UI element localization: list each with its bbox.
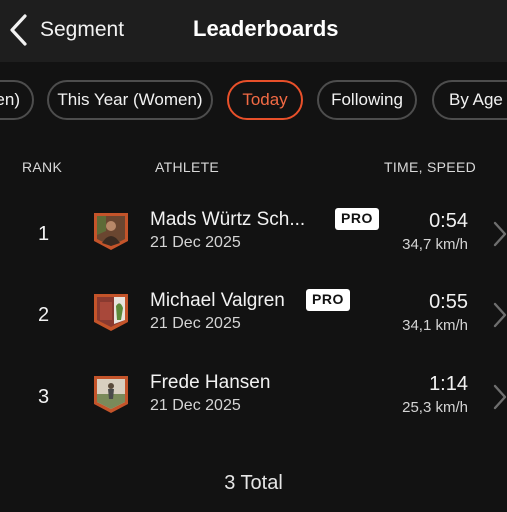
- pro-badge: PRO: [306, 289, 350, 311]
- effort-speed: 25,3 km/h: [402, 399, 468, 416]
- back-button[interactable]: Segment: [8, 10, 124, 50]
- athlete-name: Frede Hansen: [150, 372, 271, 393]
- chevron-right-icon: [493, 302, 507, 333]
- filter-chip-this-year-women[interactable]: This Year (Women): [47, 80, 213, 120]
- effort-speed: 34,7 km/h: [402, 236, 468, 253]
- athlete-name: Mads Würtz Sch...: [150, 209, 306, 230]
- effort-time: 0:55: [429, 291, 468, 313]
- rank-number: 1: [38, 223, 50, 245]
- leaderboard-row[interactable]: 1 Mads Würtz Sch... PRO 21 Dec 2025 0:54…: [0, 201, 507, 281]
- total-count: 3 Total: [224, 472, 283, 494]
- column-header-athlete: ATHLETE: [155, 159, 220, 175]
- effort-date: 21 Dec 2025: [150, 315, 241, 332]
- rank-number: 2: [38, 304, 50, 326]
- athlete-avatar: [92, 211, 130, 251]
- effort-time: 1:14: [429, 373, 468, 395]
- effort-speed: 34,1 km/h: [402, 317, 468, 334]
- effort-time: 0:54: [429, 210, 468, 232]
- filter-chip-today[interactable]: Today: [227, 80, 303, 120]
- athlete-avatar: [92, 374, 130, 414]
- chevron-right-icon: [493, 384, 507, 415]
- leaderboard-row[interactable]: 3 Frede Hansen 21 Dec 2025 1:14 25,3 km/…: [0, 364, 507, 444]
- back-label: Segment: [40, 18, 125, 41]
- rank-number: 3: [38, 386, 50, 408]
- column-header-time-speed: TIME, SPEED: [384, 159, 476, 175]
- athlete-avatar: [92, 292, 130, 332]
- leaderboards-screen: Segment Leaderboards en) This Year (Wome…: [0, 0, 507, 512]
- filter-chip[interactable]: en): [0, 80, 34, 120]
- athlete-name: Michael Valgren: [150, 290, 285, 311]
- filter-chip-following[interactable]: Following: [317, 80, 417, 120]
- effort-date: 21 Dec 2025: [150, 397, 241, 414]
- chevron-left-icon: [8, 13, 28, 47]
- filter-chip-by-age[interactable]: By Age (: [432, 80, 507, 120]
- top-bar: Segment Leaderboards: [0, 0, 507, 62]
- effort-date: 21 Dec 2025: [150, 234, 241, 251]
- page-title: Leaderboards: [193, 16, 339, 41]
- chevron-right-icon: [493, 221, 507, 252]
- leaderboard-row[interactable]: 2 Michael Valgren PRO 21 Dec 2025 0:55 3…: [0, 282, 507, 362]
- pro-badge: PRO: [335, 208, 379, 230]
- filter-chip-bar[interactable]: en) This Year (Women) Today Following By…: [0, 78, 507, 126]
- column-header-rank: RANK: [22, 159, 63, 175]
